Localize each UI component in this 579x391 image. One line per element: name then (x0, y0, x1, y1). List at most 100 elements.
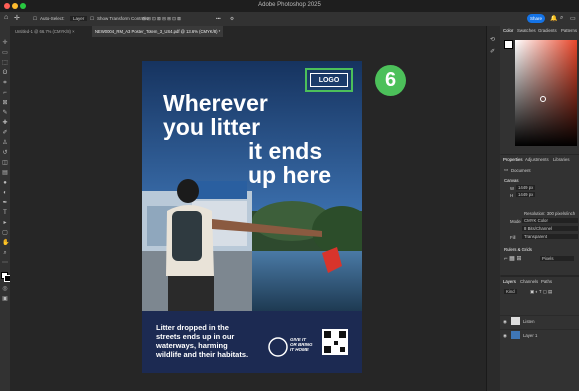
share-button[interactable]: Share (527, 14, 545, 23)
mode-select[interactable]: CMYK Color (522, 218, 578, 223)
tab-layers[interactable]: Layers (503, 279, 516, 284)
layer-name[interactable]: Layer 1 (523, 333, 537, 338)
layer-name[interactable]: Listen (523, 319, 534, 324)
quick-mask-icon[interactable]: ◎ (2, 286, 8, 292)
logo-text: LOGO (310, 73, 348, 87)
healing-tool-icon[interactable]: ✚ (2, 120, 8, 126)
workspace-icon[interactable]: ▭ (570, 15, 576, 22)
layer-filter-kind[interactable]: Kind (504, 289, 517, 294)
visibility-eye-icon[interactable]: ◉ (503, 319, 507, 325)
tab-libraries[interactable]: Libraries (553, 157, 569, 162)
step-badge-number: 6 (384, 69, 397, 91)
rulers-section-header[interactable]: Rulers & Grids (504, 247, 532, 252)
fill-label: Fill (510, 235, 516, 240)
hand-tool-icon[interactable]: ✋ (2, 240, 9, 246)
height-label: H (510, 193, 514, 198)
tab-color[interactable]: Color (503, 28, 513, 33)
canvas-section-header[interactable]: Canvas (504, 178, 519, 183)
layer-filter-icons[interactable]: ▣ ◐ T ▢ ▤ (530, 289, 552, 295)
eyedropper-tool-icon[interactable]: ✎ (2, 110, 8, 116)
title-bar: Adobe Photoshop 2025 (0, 0, 579, 12)
options-bar: ⌂ ✛ ☐ Auto-Select: Layer ☐ Show Transfor… (0, 12, 579, 26)
layer-thumbnail (511, 317, 520, 325)
dodge-tool-icon[interactable]: ◐ (2, 190, 8, 196)
body-line-3: waterways, harming (156, 341, 228, 350)
home-icon[interactable]: ⌂ (4, 14, 8, 21)
tools-panel: ✛ ▭ ⬚ ʘ ⌗ ⌐ ⊠ ✎ ✚ ✐ ♙ ↺ ◫ ▤ ● ◐ ✒ T ▸ ▢ … (0, 26, 11, 391)
shape-tool-icon[interactable]: ▢ (2, 230, 8, 236)
path-select-tool-icon[interactable]: ▸ (2, 220, 8, 226)
artboard-tool-icon[interactable]: ▭ (2, 50, 8, 56)
marquee-tool-icon[interactable]: ⬚ (2, 60, 8, 66)
lasso-tool-icon[interactable]: ʘ (2, 70, 8, 76)
align-icons[interactable]: ⊟ ⊞ ⊡ ⊠ ⊟ ⊞ ⊡ ⊠ (142, 16, 181, 22)
show-transform-checkbox[interactable]: ☐ (90, 16, 94, 22)
document-tabs: Untitled-1 @ 66.7% (CMYK/8) × NEW0004_RM… (10, 26, 490, 37)
history-icon[interactable]: ⟲ (490, 36, 495, 43)
document-label: Document (511, 168, 531, 173)
move-tool-icon[interactable]: ✛ (2, 40, 8, 46)
width-label: W (510, 186, 515, 191)
tab-adjustments[interactable]: Adjustments (525, 157, 549, 162)
screen-mode-icon[interactable]: ▣ (2, 296, 8, 302)
layer-dropdown[interactable]: Layer (70, 16, 88, 21)
width-input[interactable]: 1449 px (516, 185, 536, 190)
tab-properties[interactable]: Properties (503, 157, 523, 162)
body-line-1: Litter dropped in the (156, 323, 229, 332)
bell-icon[interactable]: 🔔 (550, 15, 557, 22)
bitdepth-select[interactable]: 8 Bits/Channel (522, 226, 578, 231)
tab-channels[interactable]: Channels (520, 279, 538, 284)
color-field[interactable] (515, 40, 577, 146)
resolution-text: Resolution: 300 pixels/inch (524, 211, 576, 216)
tab-paths[interactable]: Paths (541, 279, 552, 284)
panel-icon-strip: ⟲ ✐ (486, 26, 501, 391)
fill-select[interactable]: Transparent (522, 234, 578, 239)
visibility-eye-icon[interactable]: ◉ (503, 333, 507, 339)
layer-row[interactable]: ◉ Layer 1 (500, 329, 579, 341)
crop-tool-icon[interactable]: ⌐ (2, 90, 8, 96)
color-panel: Color Swatches Gradients Patterns (500, 26, 579, 154)
search-icon[interactable]: ⌕ (560, 15, 563, 22)
eraser-tool-icon[interactable]: ◫ (2, 160, 8, 166)
poster-document[interactable]: LOGO Wherever you litter it ends up here… (142, 61, 362, 373)
color-picker-cursor[interactable] (540, 96, 546, 102)
logo-placeholder: LOGO (305, 68, 353, 92)
frame-tool-icon[interactable]: ⊠ (2, 100, 8, 106)
body-text: Litter dropped in the streets ends up in… (156, 323, 248, 359)
brush-tool-icon[interactable]: ✐ (2, 130, 8, 136)
tab-patterns[interactable]: Patterns (561, 28, 577, 33)
backpack (172, 211, 202, 261)
zoom-tool-icon[interactable]: ⌕ (2, 250, 8, 256)
show-transform-label: Show Transform Controls (97, 16, 148, 21)
ruler-icons[interactable]: ⌐ ▦ ⊞ (504, 255, 522, 262)
units-select[interactable]: Pixels (540, 256, 574, 261)
tagline-text: GIVE IT OR BRING IT HOME (290, 337, 313, 352)
document-icon: ▭ (504, 167, 509, 172)
brush-settings-icon[interactable]: ✐ (490, 48, 495, 55)
tab-gradients[interactable]: Gradients (538, 28, 557, 33)
headline-line-4: up here (248, 162, 332, 188)
step-badge: 6 (375, 65, 406, 96)
history-brush-tool-icon[interactable]: ↺ (2, 150, 8, 156)
auto-select-checkbox[interactable]: ☐ (33, 16, 37, 22)
properties-panel: Properties Adjustments Libraries ▭ Docum… (500, 155, 579, 275)
stamp-tool-icon[interactable]: ♙ (2, 140, 8, 146)
type-tool-icon[interactable]: T (2, 210, 8, 216)
more-options-button[interactable]: ••• (216, 16, 221, 21)
tab-poster[interactable]: NEW0004_RM_A3 Poster_Totem_3_US4.pdf @ 1… (92, 26, 224, 37)
layer-row[interactable]: ◉ Listen (500, 315, 579, 327)
more-tools-icon[interactable]: ⋯ (2, 260, 8, 266)
layer-thumbnail (511, 331, 520, 339)
object-select-tool-icon[interactable]: ⌗ (2, 80, 8, 86)
move-tool-icon[interactable]: ✛ (14, 14, 20, 22)
height-input[interactable]: 1449 px (516, 192, 536, 197)
tab-swatches[interactable]: Swatches (517, 28, 536, 33)
gradient-tool-icon[interactable]: ▤ (2, 170, 8, 176)
blur-tool-icon[interactable]: ● (2, 180, 8, 186)
fg-color-chip[interactable] (504, 40, 513, 49)
pen-tool-icon[interactable]: ✒ (2, 200, 8, 206)
layers-panel: Layers Channels Paths Kind ▣ ◐ T ▢ ▤ ◉ L… (500, 277, 579, 391)
tagline-line-3: IT HOME (290, 347, 309, 352)
settings-icon[interactable]: ⚙ (230, 16, 234, 22)
tab-untitled[interactable]: Untitled-1 @ 66.7% (CMYK/8) × (12, 26, 78, 37)
